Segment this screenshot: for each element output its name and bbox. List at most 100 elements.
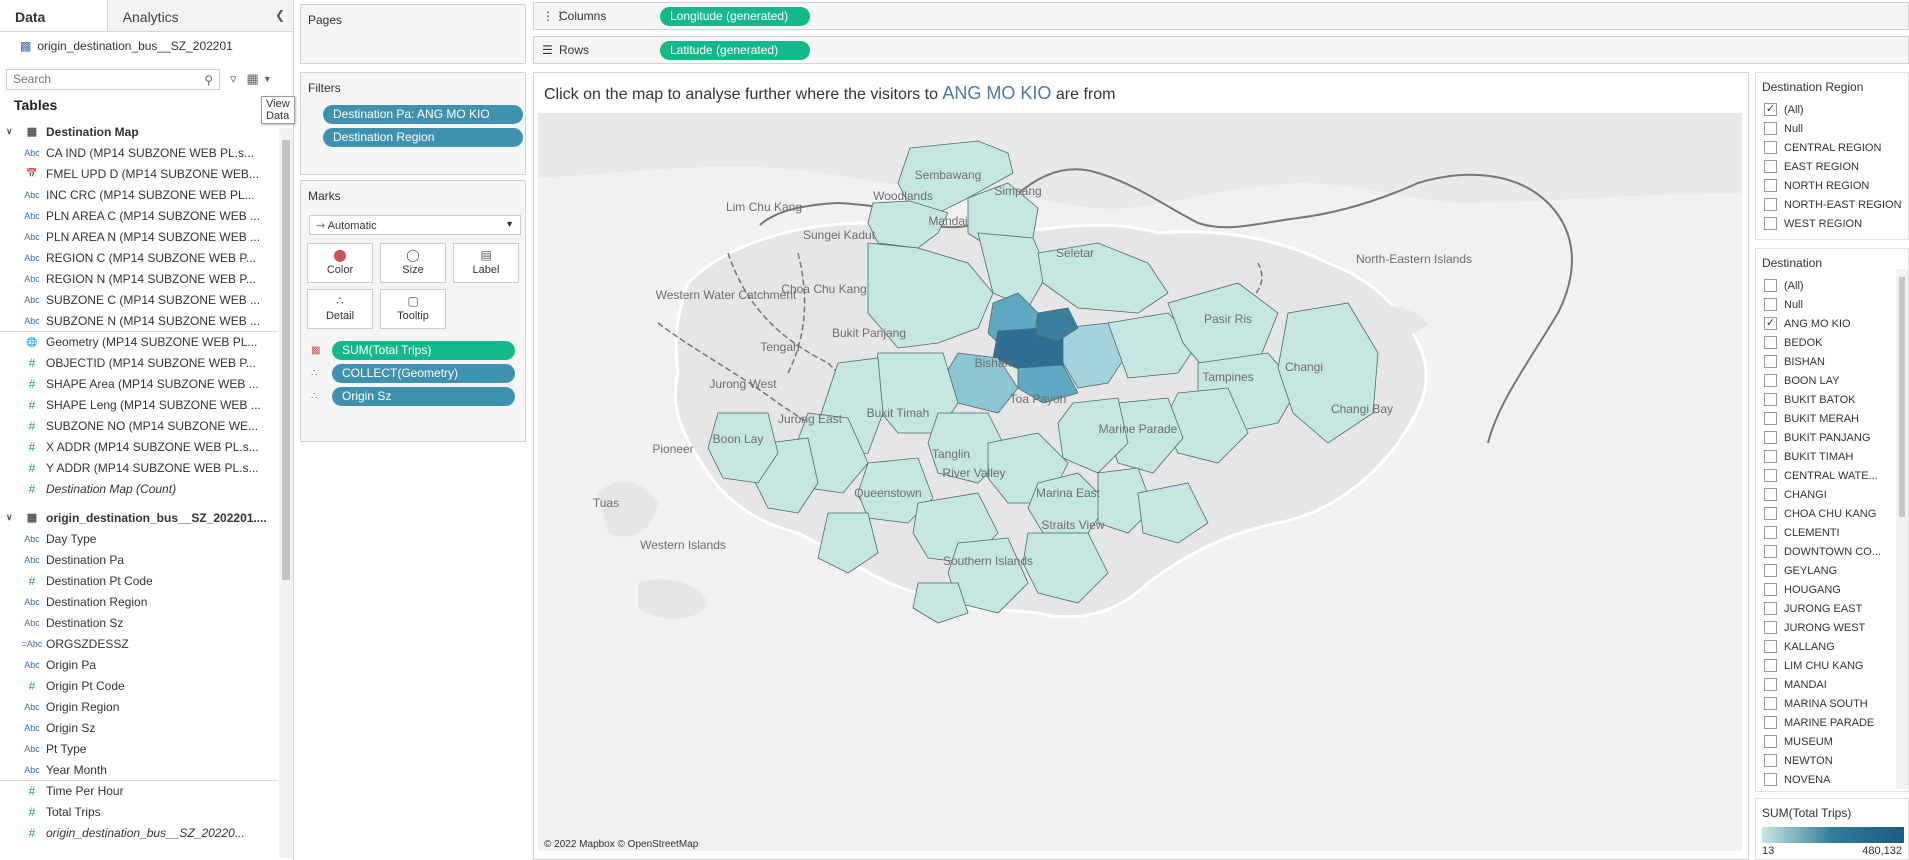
pages-shelf[interactable]: Pages <box>300 4 526 64</box>
field-item[interactable]: Abc Pt Type <box>0 738 278 759</box>
scrollbar-thumb[interactable] <box>1899 277 1905 517</box>
datasource-item[interactable]: ▩ origin_destination_bus__SZ_202201 <box>0 32 293 54</box>
field-item[interactable]: # origin_destination_bus__SZ_20220... <box>0 822 278 843</box>
filter-option[interactable]: CHANGI <box>1756 485 1908 504</box>
filter-option[interactable]: ✓ ANG MO KIO <box>1756 314 1908 333</box>
field-item[interactable]: # Origin Pt Code <box>0 675 278 696</box>
field-item[interactable]: Abc PLN AREA N (MP14 SUBZONE WEB ... <box>0 226 278 247</box>
field-item[interactable]: Abc Origin Pa <box>0 654 278 675</box>
filter-pill-destination-region[interactable]: Destination Region <box>323 128 523 147</box>
chevron-down-icon[interactable]: ▼ <box>263 74 272 84</box>
checkbox-icon[interactable] <box>1764 640 1777 653</box>
field-item[interactable]: Abc INC CRC (MP14 SUBZONE WEB PL... <box>0 184 278 205</box>
checkbox-icon[interactable] <box>1764 773 1777 786</box>
rows-pill-latitude[interactable]: Latitude (generated) <box>660 41 810 60</box>
filter-option[interactable]: GEYLANG <box>1756 561 1908 580</box>
filter-option[interactable]: MARINA SOUTH <box>1756 694 1908 713</box>
field-item[interactable]: Abc SUBZONE N (MP14 SUBZONE WEB ... <box>0 310 278 331</box>
tooltip-button[interactable]: ▢ Tooltip <box>380 289 446 329</box>
checkbox-icon[interactable]: ✓ <box>1764 317 1777 330</box>
field-item[interactable]: Abc Destination Sz <box>0 612 278 633</box>
mark-type-select[interactable]: ⇝ Automatic ▼ <box>309 215 521 235</box>
tab-analytics[interactable]: Analytics <box>107 0 293 31</box>
checkbox-icon[interactable] <box>1764 336 1777 349</box>
field-item[interactable]: Abc REGION N (MP14 SUBZONE WEB P... <box>0 268 278 289</box>
filter-option[interactable]: BOON LAY <box>1756 371 1908 390</box>
collapse-pane-icon[interactable]: ❮ <box>275 8 285 22</box>
filter-option[interactable]: JURONG WEST <box>1756 618 1908 637</box>
filter-option[interactable]: MARINE PARADE <box>1756 713 1908 732</box>
field-item[interactable]: 📅 FMEL UPD D (MP14 SUBZONE WEB... <box>0 163 278 184</box>
field-item[interactable]: Abc REGION C (MP14 SUBZONE WEB P... <box>0 247 278 268</box>
view-data-icon[interactable]: ▦ <box>247 71 259 87</box>
field-item[interactable]: Abc Year Month <box>0 759 278 780</box>
field-item[interactable]: # Time Per Hour <box>0 780 278 801</box>
checkbox-icon[interactable] <box>1764 355 1777 368</box>
field-item[interactable]: # SHAPE Leng (MP14 SUBZONE WEB ... <box>0 394 278 415</box>
field-item[interactable]: # X ADDR (MP14 SUBZONE WEB PL.s... <box>0 436 278 457</box>
map-svg[interactable]: Sembawang Woodlands Simpang Lim Chu Kang… <box>538 113 1742 851</box>
checkbox-icon[interactable] <box>1764 754 1777 767</box>
field-item[interactable]: Abc Origin Sz <box>0 717 278 738</box>
checkbox-icon[interactable] <box>1764 141 1777 154</box>
checkbox-icon[interactable] <box>1764 678 1777 691</box>
map-view[interactable]: Sembawang Woodlands Simpang Lim Chu Kang… <box>538 113 1742 851</box>
search-box[interactable]: ⚲ <box>6 68 220 90</box>
checkbox-icon[interactable] <box>1764 564 1777 577</box>
field-item[interactable]: Abc Destination Pa <box>0 549 278 570</box>
detail-button[interactable]: ∴ Detail <box>307 289 373 329</box>
checkbox-icon[interactable] <box>1764 659 1777 672</box>
filter-option[interactable]: BEDOK <box>1756 333 1908 352</box>
field-item[interactable]: Abc Day Type <box>0 528 278 549</box>
checkbox-icon[interactable] <box>1764 507 1777 520</box>
filter-option[interactable]: CENTRAL WATE... <box>1756 466 1908 485</box>
filter-option[interactable]: DOWNTOWN CO... <box>1756 542 1908 561</box>
filter-option[interactable]: Null <box>1756 119 1908 138</box>
checkbox-icon[interactable] <box>1764 431 1777 444</box>
field-item[interactable]: Abc SUBZONE C (MP14 SUBZONE WEB ... <box>0 289 278 310</box>
checkbox-icon[interactable] <box>1764 279 1777 292</box>
filter-icon[interactable]: ▿ <box>230 71 237 87</box>
filter-option[interactable]: BISHAN <box>1756 352 1908 371</box>
scrollbar-thumb[interactable] <box>282 140 290 580</box>
filter-option[interactable]: (All) <box>1756 276 1908 295</box>
field-item[interactable]: Abc PLN AREA C (MP14 SUBZONE WEB ... <box>0 205 278 226</box>
checkbox-icon[interactable] <box>1764 450 1777 463</box>
checkbox-icon[interactable] <box>1764 526 1777 539</box>
checkbox-icon[interactable] <box>1764 602 1777 615</box>
filter-option[interactable]: NEWTON <box>1756 751 1908 770</box>
field-item[interactable]: # OBJECTID (MP14 SUBZONE WEB P... <box>0 352 278 373</box>
checkbox-icon[interactable] <box>1764 735 1777 748</box>
filter-option[interactable]: JURONG EAST <box>1756 599 1908 618</box>
checkbox-icon[interactable] <box>1764 469 1777 482</box>
filters-shelf[interactable]: Filters Destination Pa: ANG MO KIO Desti… <box>300 72 526 175</box>
checkbox-icon[interactable] <box>1764 393 1777 406</box>
search-input[interactable] <box>13 71 193 86</box>
columns-pill-longitude[interactable]: Longitude (generated) <box>660 7 810 26</box>
filter-option[interactable]: BUKIT TIMAH <box>1756 447 1908 466</box>
checkbox-icon[interactable] <box>1764 621 1777 634</box>
field-item[interactable]: Abc Destination Region <box>0 591 278 612</box>
field-item[interactable]: =Abc ORGSZDESSZ <box>0 633 278 654</box>
checkbox-icon[interactable] <box>1764 374 1777 387</box>
mark-pill-origin-sz[interactable]: Origin Sz <box>332 387 515 406</box>
field-item[interactable]: 🌐 Geometry (MP14 SUBZONE WEB PL... <box>0 331 278 352</box>
field-item[interactable]: # SUBZONE NO (MP14 SUBZONE WE... <box>0 415 278 436</box>
filter-option[interactable]: MANDAI <box>1756 675 1908 694</box>
table-group[interactable]: ∨ ▦ origin_destination_bus__SZ_202201.... <box>0 507 278 528</box>
field-item[interactable]: Abc CA IND (MP14 SUBZONE WEB PL.s... <box>0 142 278 163</box>
checkbox-icon[interactable] <box>1764 179 1777 192</box>
filter-option[interactable]: CENTRAL REGION <box>1756 138 1908 157</box>
filter-option[interactable]: HOUGANG <box>1756 580 1908 599</box>
field-item[interactable]: # SHAPE Area (MP14 SUBZONE WEB ... <box>0 373 278 394</box>
checkbox-icon[interactable] <box>1764 488 1777 501</box>
field-item[interactable]: # Destination Pt Code <box>0 570 278 591</box>
checkbox-icon[interactable] <box>1764 716 1777 729</box>
checkbox-icon[interactable] <box>1764 545 1777 558</box>
filter-option[interactable]: CLEMENTI <box>1756 523 1908 542</box>
filter-option[interactable]: WEST REGION <box>1756 214 1908 233</box>
destination-scrollbar[interactable] <box>1896 269 1908 789</box>
checkbox-icon[interactable] <box>1764 583 1777 596</box>
checkbox-icon[interactable] <box>1764 217 1777 230</box>
field-item[interactable]: # Destination Map (Count) <box>0 478 278 499</box>
